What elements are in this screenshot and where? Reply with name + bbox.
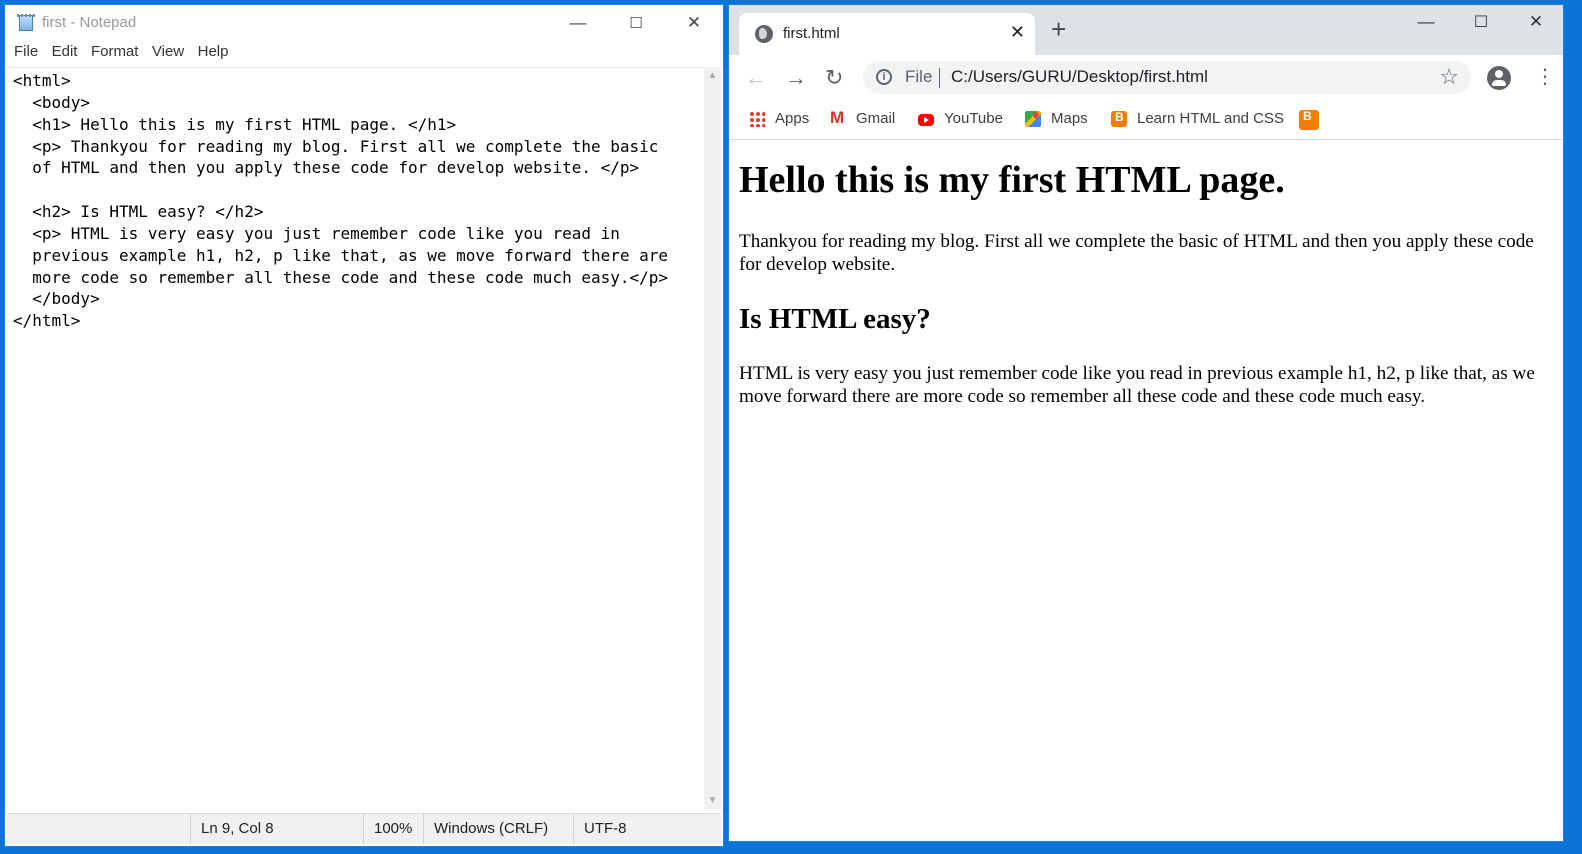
- maps-icon: [1025, 110, 1041, 127]
- notepad-text-area[interactable]: <html> <body> <h1> Hello this is my firs…: [7, 67, 704, 810]
- rendered-page: Hello this is my first HTML page. Thanky…: [739, 145, 1549, 408]
- chrome-close-button[interactable]: ✕: [1507, 5, 1565, 39]
- blogger-icon: [1299, 109, 1319, 130]
- reload-button[interactable]: ↻: [825, 65, 843, 91]
- page-subheading: Is HTML easy?: [739, 303, 931, 335]
- chrome-window: first.html ✕ + — ☐ ✕ ← → ↻ i File C:/Use…: [728, 4, 1564, 842]
- tab-strip[interactable]: first.html ✕ + — ☐ ✕: [729, 5, 1563, 55]
- notepad-window: first - Notepad — ☐ ✕ File Edit Format V…: [4, 4, 724, 847]
- minimize-button[interactable]: —: [549, 5, 607, 41]
- profile-avatar-icon[interactable]: [1487, 66, 1511, 90]
- url-text[interactable]: C:/Users/GURU/Desktop/first.html: [951, 67, 1208, 87]
- page-paragraph-1: Thankyou for reading my blog. First all …: [739, 231, 1534, 275]
- gmail-icon: [830, 108, 846, 128]
- bookmark-gmail[interactable]: Gmail: [830, 108, 896, 128]
- bookmark-maps[interactable]: Maps: [1025, 110, 1088, 127]
- status-zoom: 100%: [363, 814, 414, 844]
- bookmark-label: Maps: [1051, 110, 1088, 127]
- scroll-up-icon[interactable]: ▲: [704, 67, 721, 84]
- status-encoding: UTF-8: [573, 814, 704, 844]
- address-separator: [939, 68, 940, 88]
- tab-close-icon[interactable]: ✕: [1010, 22, 1025, 43]
- status-cursor-position: Ln 9, Col 8: [190, 814, 361, 844]
- forward-button[interactable]: →: [785, 65, 807, 91]
- menu-format[interactable]: Format: [91, 43, 139, 60]
- bookmark-apps[interactable]: Apps: [749, 110, 809, 127]
- notepad-content[interactable]: <html> <body> <h1> Hello this is my firs…: [7, 68, 704, 332]
- status-bar: Ln 9, Col 8 100% Windows (CRLF) UTF-8: [7, 813, 721, 844]
- menu-file[interactable]: File: [14, 43, 38, 60]
- menu-help[interactable]: Help: [198, 43, 229, 60]
- youtube-icon: [918, 113, 934, 126]
- bookmark-label: Apps: [775, 110, 810, 127]
- page-paragraph-2: HTML is very easy you just remember code…: [739, 363, 1535, 407]
- close-button[interactable]: ✕: [665, 5, 723, 41]
- notepad-icon: [17, 14, 35, 31]
- notepad-menu-bar: File Edit Format View Help: [5, 43, 723, 65]
- bookmark-star-icon[interactable]: ☆: [1439, 64, 1459, 90]
- menu-edit[interactable]: Edit: [52, 43, 78, 60]
- status-line-ending: Windows (CRLF): [423, 814, 564, 844]
- new-tab-button[interactable]: +: [1051, 16, 1066, 42]
- bookmark-label: Gmail: [856, 110, 896, 127]
- tab-first-html[interactable]: first.html ✕: [739, 13, 1035, 55]
- bookmark-label: YouTube: [944, 110, 1003, 127]
- bookmarks-bar: Apps Gmail YouTube Maps Learn HTML and C…: [729, 101, 1563, 140]
- notepad-title-bar[interactable]: first - Notepad — ☐ ✕: [5, 5, 723, 41]
- chrome-maximize-button[interactable]: ☐: [1452, 5, 1510, 39]
- chrome-menu-icon[interactable]: ⋮: [1535, 64, 1555, 90]
- scheme-label: File: [905, 67, 933, 86]
- info-icon[interactable]: i: [876, 69, 892, 85]
- blogger-icon: [1111, 110, 1127, 127]
- globe-icon: [755, 25, 773, 43]
- maximize-button[interactable]: ☐: [607, 5, 665, 41]
- page-heading: Hello this is my first HTML page.: [739, 159, 1285, 201]
- bookmark-learn-html-css[interactable]: Learn HTML and CSS: [1111, 110, 1284, 127]
- toolbar: ← → ↻ i File C:/Users/GURU/Desktop/first…: [729, 55, 1563, 101]
- back-button[interactable]: ←: [745, 65, 767, 91]
- address-bar[interactable]: i File C:/Users/GURU/Desktop/first.html …: [863, 61, 1471, 94]
- menu-view[interactable]: View: [152, 43, 184, 60]
- tab-title: first.html: [783, 25, 840, 42]
- notepad-title: first - Notepad: [42, 14, 137, 31]
- bookmark-youtube[interactable]: YouTube: [918, 110, 1003, 127]
- chrome-minimize-button[interactable]: —: [1397, 5, 1455, 39]
- bookmark-blogger[interactable]: [1299, 109, 1329, 130]
- scroll-down-icon[interactable]: ▼: [704, 792, 721, 809]
- vertical-scrollbar[interactable]: ▲ ▼: [704, 67, 721, 809]
- apps-grid-icon: [749, 110, 765, 127]
- bookmark-label: Learn HTML and CSS: [1137, 110, 1285, 127]
